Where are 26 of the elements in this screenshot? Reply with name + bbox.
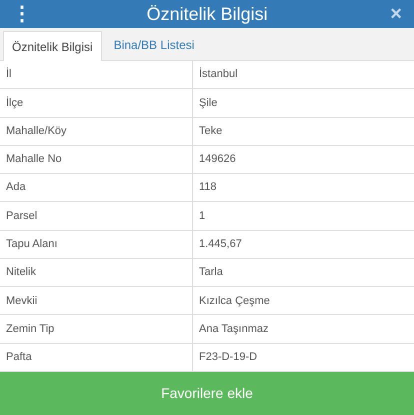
field-value: 1 (199, 208, 206, 224)
field-label: Nitelik (6, 265, 36, 280)
field-label: Parsel (6, 208, 38, 224)
field-label: İlçe (6, 96, 24, 111)
field-label: Mevkii (6, 294, 38, 308)
field-value: Tarla (199, 265, 223, 280)
tab[interactable]: Öznitelik Bilgisi (3, 31, 102, 61)
field-label: Zemin Tip (6, 322, 54, 337)
window-title: Öznitelik Bilgisi (146, 2, 268, 26)
field-label: Ada (6, 180, 26, 196)
field-value: 149626 (199, 152, 236, 168)
field-value: F23-D-19-D (199, 350, 258, 366)
field-value: Şile (199, 96, 218, 111)
add-to-favorites-button[interactable]: Favorilere ekle (0, 372, 414, 415)
field-value: 1.445,67 (199, 236, 242, 252)
field-label: Pafta (6, 350, 32, 366)
field-value: İstanbul (199, 66, 238, 82)
tab[interactable]: Bina/BB Listesi (106, 30, 202, 60)
field-label: Tapu Alanı (6, 236, 58, 252)
field-label: Mahalle/Köy (6, 124, 67, 139)
field-value: 118 (199, 180, 217, 196)
field-value: Kızılca Çeşme (199, 294, 270, 308)
field-label: İl (6, 66, 12, 82)
field-value: Ana Taşınmaz (199, 322, 269, 337)
field-value: Teke (199, 124, 222, 139)
field-label: Mahalle No (6, 152, 62, 168)
